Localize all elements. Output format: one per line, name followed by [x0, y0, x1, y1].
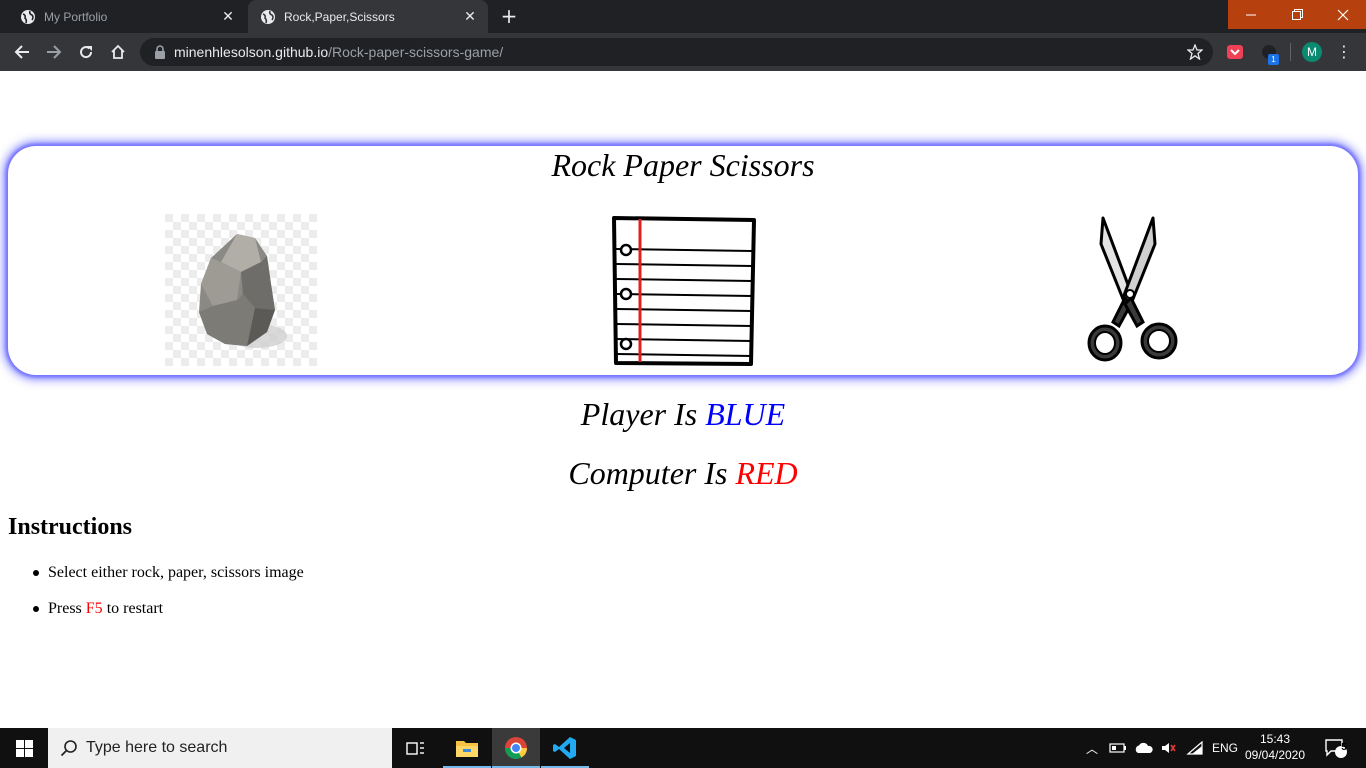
arrow-right-icon [47, 45, 62, 59]
scissors-choice[interactable] [1053, 214, 1205, 366]
player-label: Player Is [580, 396, 698, 432]
onedrive-cloud-icon[interactable] [1134, 741, 1154, 755]
instruction-text: Select either rock, paper, scissors imag… [48, 564, 304, 581]
battery-icon[interactable] [1108, 741, 1128, 755]
volume-muted-icon[interactable] [1160, 741, 1176, 755]
wifi-icon[interactable] [1186, 741, 1204, 755]
language-indicator[interactable]: ENG [1212, 741, 1238, 755]
browser-toolbar: minenhlesolson.github.io/Rock-paper-scis… [0, 33, 1366, 71]
notebook-paper-icon [612, 216, 756, 366]
close-icon [1337, 9, 1349, 20]
computer-color-line: Computer Is RED [0, 455, 1366, 492]
tab-my-portfolio[interactable]: My Portfolio ✕ [8, 0, 246, 33]
lock-icon [155, 45, 165, 59]
computer-label: Computer Is [568, 455, 728, 491]
restore-icon [1291, 9, 1303, 20]
minimize-icon [1246, 14, 1256, 15]
minimize-button[interactable] [1228, 0, 1274, 29]
task-view-icon [406, 742, 424, 755]
windows-taskbar: Type here to search ︿ ENG 15:43 09/04/20… [0, 728, 1366, 768]
chrome-icon [505, 737, 527, 759]
rock-icon [165, 214, 317, 366]
chevron-up-icon[interactable]: ︿ [1084, 740, 1100, 757]
reload-icon [80, 46, 93, 59]
list-item: Press F5 to restart [33, 599, 304, 635]
instructions-heading: Instructions [8, 514, 133, 540]
instructions-list: Select either rock, paper, scissors imag… [33, 563, 304, 635]
back-button[interactable] [10, 40, 34, 64]
task-view-button[interactable] [392, 728, 440, 768]
profile-avatar[interactable]: M [1302, 42, 1322, 62]
toolbar-divider [1290, 43, 1291, 61]
scissors-icon [1087, 216, 1178, 362]
paper-choice[interactable] [606, 214, 758, 366]
restore-button[interactable] [1274, 0, 1320, 29]
pocket-extension-icon[interactable] [1225, 42, 1245, 62]
address-bar[interactable]: minenhlesolson.github.io/Rock-paper-scis… [140, 38, 1213, 66]
bookmark-star-icon[interactable] [1187, 44, 1203, 60]
globe-icon [261, 9, 275, 24]
action-center-button[interactable]: 5 [1316, 728, 1356, 768]
vscode-icon [553, 737, 576, 759]
tab-title: My Portfolio [44, 9, 108, 24]
system-tray: ︿ ENG [1084, 728, 1238, 768]
instruction-text-before: Press [48, 600, 82, 617]
tab-title: Rock,Paper,Scissors [284, 9, 395, 24]
instruction-text-after: to restart [106, 600, 164, 617]
vscode-taskbar-button[interactable] [541, 728, 589, 768]
forward-button[interactable] [42, 40, 66, 64]
chrome-taskbar-button[interactable] [492, 728, 540, 768]
list-item: Select either rock, paper, scissors imag… [33, 563, 304, 599]
browser-tab-bar: My Portfolio ✕ Rock,Paper,Scissors ✕ + [0, 0, 1366, 33]
reload-button[interactable] [74, 40, 98, 64]
file-explorer-icon [456, 741, 478, 757]
extension-with-badge[interactable]: 1 [1259, 42, 1279, 65]
notification-count: 5 [1341, 742, 1347, 753]
start-button[interactable] [0, 728, 48, 768]
windows-logo-icon [15, 739, 33, 757]
close-icon[interactable]: ✕ [220, 8, 236, 25]
search-placeholder: Type here to search [86, 739, 228, 756]
computer-color-value: RED [735, 455, 798, 491]
f5-key-text: F5 [85, 600, 103, 617]
close-window-button[interactable] [1320, 0, 1366, 29]
globe-icon [21, 9, 35, 24]
rock-choice[interactable] [165, 214, 317, 366]
clock-time: 15:43 [1259, 732, 1291, 746]
extension-badge: 1 [1268, 54, 1279, 65]
file-explorer-button[interactable] [443, 728, 491, 768]
player-color-line: Player Is BLUE [0, 396, 1366, 433]
search-icon [60, 740, 77, 757]
taskbar-clock[interactable]: 15:43 09/04/2020 [1240, 731, 1310, 763]
url-path: /Rock-paper-scissors-game/ [328, 44, 504, 60]
clock-date: 09/04/2020 [1244, 748, 1306, 762]
menu-dots-icon[interactable]: ⋮ [1336, 42, 1352, 62]
game-card: Rock Paper Scissors [8, 146, 1358, 375]
home-button[interactable] [106, 40, 130, 64]
player-color-value: BLUE [705, 396, 786, 432]
page-title: Rock Paper Scissors [551, 147, 815, 183]
home-icon [111, 44, 125, 59]
tab-rock-paper-scissors[interactable]: Rock,Paper,Scissors ✕ [248, 0, 488, 33]
arrow-left-icon [14, 45, 29, 59]
close-icon[interactable]: ✕ [462, 8, 478, 25]
taskbar-search-input[interactable]: Type here to search [48, 728, 392, 768]
new-tab-button[interactable]: + [498, 5, 520, 27]
url-host: minenhlesolson.github.io [174, 44, 329, 60]
